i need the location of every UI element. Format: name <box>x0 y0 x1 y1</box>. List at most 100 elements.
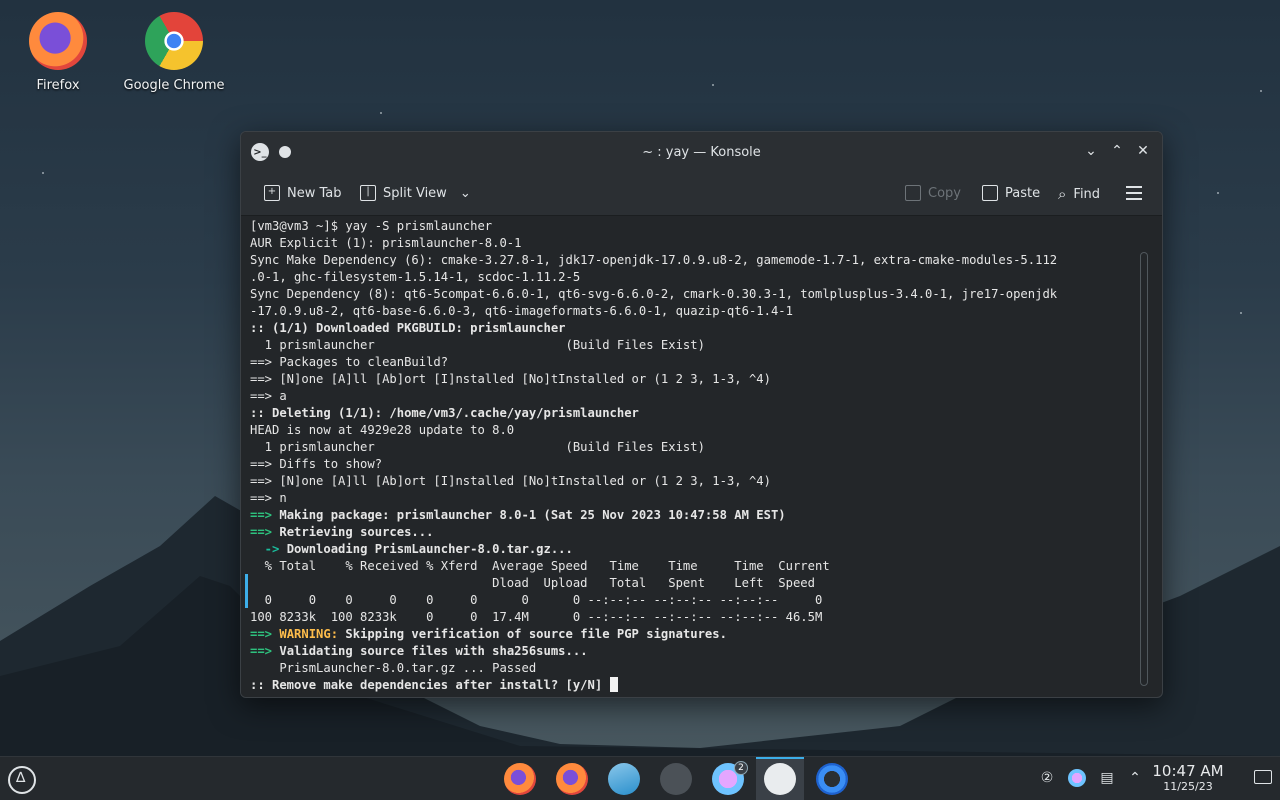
terminal-line: 100 8233k 100 8233k 0 0 17.4M 0 --:--:--… <box>250 609 1146 626</box>
terminal-line: ==> n <box>250 490 1146 507</box>
show-desktop-icon[interactable] <box>1254 770 1272 784</box>
terminal-line: ==> [N]one [A]ll [Ab]ort [I]nstalled [No… <box>250 371 1146 388</box>
line-text: Sync Dependency (8): qt6-5compat-6.6.0-1… <box>250 287 1058 301</box>
split-view-icon: | <box>360 185 376 201</box>
line-text: [vm3@vm3 ~]$ yay -S prismlauncher <box>250 219 493 233</box>
line-text: HEAD is now at 4929e28 update to 8.0 <box>250 423 515 437</box>
line-text: ==> Packages to cleanBuild? <box>250 355 449 369</box>
chevron-up-icon[interactable]: ⌃ <box>1126 769 1144 787</box>
line-text: .0-1, ghc-filesystem-1.5.14-1, scdoc-1.1… <box>250 270 581 284</box>
new-tab-button[interactable]: + New Tab <box>264 185 342 201</box>
line-text: Validating source files with sha256sums.… <box>272 644 588 658</box>
desktop-icon-label: Google Chrome <box>123 78 225 93</box>
konsole-window[interactable]: >_ ~ : yay — Konsole ⌄ ⌃ ✕ + New Tab | S… <box>240 131 1163 698</box>
terminal-line: % Total % Received % Xferd Average Speed… <box>250 558 1146 575</box>
close-button[interactable]: ✕ <box>1136 141 1150 161</box>
terminal-line: .0-1, ghc-filesystem-1.5.14-1, scdoc-1.1… <box>250 269 1146 286</box>
taskbar-chrome-icon[interactable] <box>816 763 848 795</box>
discover-tray-icon[interactable] <box>1068 769 1086 787</box>
keep-above-icon[interactable] <box>279 146 291 158</box>
terminal-line: ==> Retrieving sources... <box>250 524 1146 541</box>
terminal-line: :: Deleting (1/1): /home/vm3/.cache/yay/… <box>250 405 1146 422</box>
minimize-button[interactable]: ⌄ <box>1084 141 1098 161</box>
prompt-marker <box>245 574 248 608</box>
clipboard-count-icon[interactable]: ② <box>1038 769 1056 787</box>
firefox-icon <box>29 12 87 70</box>
line-text: Skipping verification of source file PGP… <box>338 627 727 641</box>
window-title: ~ : yay — Konsole <box>642 144 761 160</box>
taskbar-firefox-icon[interactable] <box>556 763 588 795</box>
chrome-icon <box>145 12 203 70</box>
terminal-line: ==> Validating source files with sha256s… <box>250 643 1146 660</box>
line-text: -17.0.9.u8-2, qt6-base-6.6.0-3, qt6-imag… <box>250 304 793 318</box>
toolbar: + New Tab | Split View ⌄ Copy Paste ⌕ Fi… <box>241 172 1162 216</box>
split-view-button[interactable]: | Split View ⌄ <box>360 185 471 201</box>
find-label: Find <box>1073 186 1101 202</box>
konsole-app-icon[interactable]: >_ <box>251 143 269 161</box>
line-text: Dload Upload Total Spent Left Speed <box>250 576 815 590</box>
line-text: ==> Diffs to show? <box>250 457 383 471</box>
terminal-line: -17.0.9.u8-2, qt6-base-6.6.0-3, qt6-imag… <box>250 303 1146 320</box>
title-bar[interactable]: >_ ~ : yay — Konsole ⌄ ⌃ ✕ <box>241 132 1162 172</box>
find-button[interactable]: ⌕ Find <box>1058 185 1100 203</box>
clock-date: 11/25/23 <box>1163 780 1213 793</box>
clock-time: 10:47 AM <box>1152 762 1224 780</box>
terminal-line: :: Remove make dependencies after instal… <box>250 677 1146 694</box>
terminal-line: 1 prismlauncher (Build Files Exist) <box>250 337 1146 354</box>
clock[interactable]: 10:47 AM 11/25/23 <box>1150 762 1226 793</box>
line-text: Retrieving sources... <box>272 525 434 539</box>
paste-button[interactable]: Paste <box>982 185 1040 201</box>
taskbar-settings-icon[interactable] <box>660 763 692 795</box>
terminal-line: ==> Diffs to show? <box>250 456 1146 473</box>
copy-button[interactable]: Copy <box>905 185 961 201</box>
line-text: ==> [N]one [A]ll [Ab]ort [I]nstalled [No… <box>250 372 771 386</box>
terminal-line: PrismLauncher-8.0.tar.gz ... Passed <box>250 660 1146 677</box>
taskbar-firefox-icon[interactable] <box>504 763 536 795</box>
line-text: % Total % Received % Xferd Average Speed… <box>250 559 830 573</box>
terminal-output[interactable]: [vm3@vm3 ~]$ yay -S prismlauncher AUR Exp… <box>241 217 1146 697</box>
terminal-line: AUR Explicit (1): prismlauncher-8.0-1 <box>250 235 1146 252</box>
terminal-line: -> Downloading PrismLauncher-8.0.tar.gz.… <box>250 541 1146 558</box>
search-icon: ⌕ <box>1058 185 1067 203</box>
split-view-label: Split View <box>383 185 447 201</box>
taskbar-konsole-icon[interactable] <box>764 763 796 795</box>
line-text: 100 8233k 100 8233k 0 0 17.4M 0 --:--:--… <box>250 610 823 624</box>
line-prefix: ==> <box>250 525 273 539</box>
desktop-icon-firefox[interactable]: Firefox <box>3 12 113 93</box>
terminal-line: [vm3@vm3 ~]$ yay -S prismlauncher <box>250 218 1146 235</box>
terminal-line: 0 0 0 0 0 0 0 0 --:--:-- --:--:-- --:--:… <box>250 592 1146 609</box>
hamburger-menu-icon[interactable] <box>1126 186 1142 200</box>
terminal-line: Sync Make Dependency (6): cmake-3.27.8-1… <box>250 252 1146 269</box>
app-launcher-icon[interactable] <box>8 766 36 794</box>
terminal-line: ==> Making package: prismlauncher 8.0-1 … <box>250 507 1146 524</box>
line-prefix: ==> <box>250 644 273 658</box>
taskbar-dolphin-icon[interactable] <box>608 763 640 795</box>
terminal-line: Sync Dependency (8): qt6-5compat-6.6.0-1… <box>250 286 1146 303</box>
terminal-line: Dload Upload Total Spent Left Speed <box>250 575 1146 592</box>
terminal-line: ==> a <box>250 388 1146 405</box>
line-text: PrismLauncher-8.0.tar.gz ... Passed <box>250 661 537 675</box>
line-text: 0 0 0 0 0 0 0 0 --:--:-- --:--:-- --:--:… <box>250 593 823 607</box>
terminal-line: 1 prismlauncher (Build Files Exist) <box>250 439 1146 456</box>
new-tab-label: New Tab <box>287 185 342 201</box>
new-tab-icon: + <box>264 185 280 201</box>
clipboard-icon[interactable]: ▤ <box>1098 769 1116 787</box>
terminal-line: ==> Packages to cleanBuild? <box>250 354 1146 371</box>
terminal-line: :: (1/1) Downloaded PKGBUILD: prismlaunc… <box>250 320 1146 337</box>
terminal-line: ==> [N]one [A]ll [Ab]ort [I]nstalled [No… <box>250 473 1146 490</box>
copy-label: Copy <box>928 185 961 201</box>
maximize-button[interactable]: ⌃ <box>1110 141 1124 161</box>
taskbar: 2 ② ▤ ⌃ 10:47 AM 11/25/23 <box>0 756 1280 800</box>
desktop-icon-chrome[interactable]: Google Chrome <box>119 12 229 93</box>
line-text: ==> n <box>250 491 287 505</box>
terminal-line: HEAD is now at 4929e28 update to 8.0 <box>250 422 1146 439</box>
paste-label: Paste <box>1005 185 1041 201</box>
line-text: ==> [N]one [A]ll [Ab]ort [I]nstalled [No… <box>250 474 771 488</box>
line-text: AUR Explicit (1): prismlauncher-8.0-1 <box>250 236 522 250</box>
line-prefix: ==> <box>250 508 273 522</box>
desktop-icon-label: Firefox <box>36 78 80 93</box>
text-cursor <box>609 677 618 692</box>
terminal-scrollbar[interactable] <box>1140 252 1148 686</box>
paste-icon <box>982 185 998 201</box>
chevron-down-icon: ⌄ <box>459 185 471 201</box>
